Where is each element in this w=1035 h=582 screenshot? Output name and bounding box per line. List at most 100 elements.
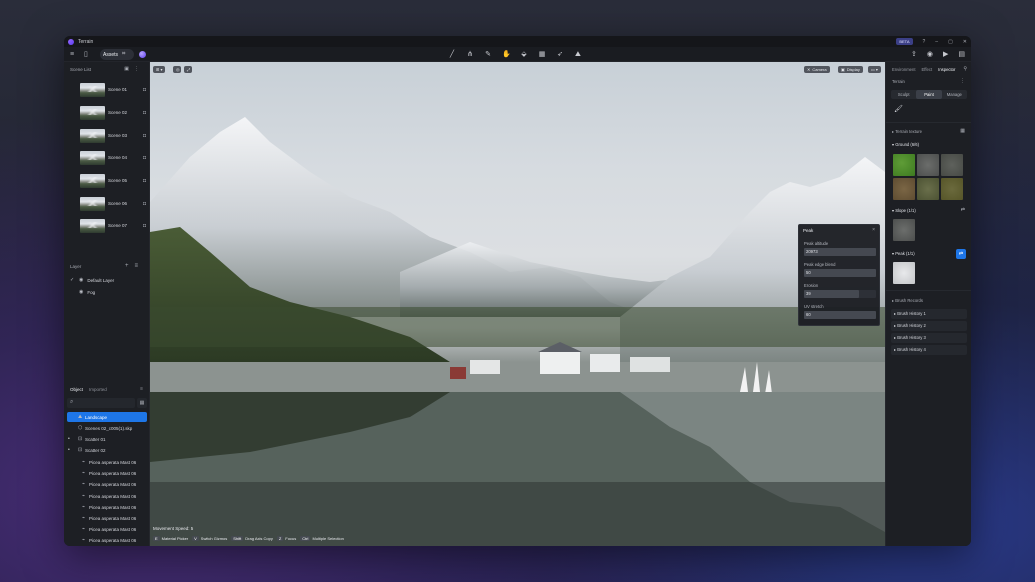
export-icon[interactable]: ⇪	[911, 47, 917, 62]
tab-imported[interactable]: Imported	[89, 387, 107, 392]
camera-icon[interactable]: ◘	[143, 155, 146, 161]
grid-view-icon[interactable]: ▦	[960, 128, 965, 134]
screenshot-icon[interactable]: ◉	[927, 47, 933, 62]
brush-icon[interactable]: 🖌	[894, 105, 903, 113]
peak-edit-button[interactable]: ⇄	[956, 249, 966, 259]
line-tool-icon[interactable]: ╱	[448, 47, 456, 62]
video-icon[interactable]: ▶	[943, 47, 948, 62]
eye-icon[interactable]: ◉	[79, 289, 83, 295]
render-icon[interactable]: ▤	[958, 47, 965, 62]
peak-edge-blend-field[interactable]: 50	[804, 269, 876, 277]
more-icon[interactable]: ⋮	[960, 78, 965, 84]
layer-item[interactable]: ✓ ◉ Default Layer	[70, 277, 114, 283]
minimize-icon[interactable]: –	[935, 39, 938, 45]
camera-icon[interactable]: ◘	[143, 201, 146, 207]
object-search-input[interactable]: ⌕	[67, 398, 135, 408]
layer-menu-icon[interactable]: ≡	[134, 263, 144, 269]
add-scene-icon[interactable]: ▣	[124, 66, 134, 72]
new-file-icon[interactable]: ▯	[84, 47, 88, 62]
mode-sculpt[interactable]: Sculpt	[891, 90, 916, 99]
object-row[interactable]: ⌁ Picea asperata Mast 06	[67, 468, 147, 478]
tag-icon[interactable]: ⌗	[122, 51, 125, 58]
filter-icon[interactable]: ▦	[137, 398, 147, 408]
camera-icon[interactable]: ◘	[143, 110, 146, 116]
more-icon[interactable]: ⋮	[134, 66, 144, 72]
close-icon[interactable]: ✕	[963, 39, 967, 45]
assets-button[interactable]: Assets ⌗	[100, 49, 134, 60]
fence-tool-icon[interactable]: ⋔	[466, 47, 474, 62]
expand-dot[interactable]: •	[68, 436, 72, 442]
stone-texture[interactable]	[941, 154, 963, 176]
object-menu-icon[interactable]: ≡	[140, 386, 143, 392]
pin-icon[interactable]: ⚲	[963, 66, 967, 72]
peak-altitude-field[interactable]: 20973	[804, 248, 876, 256]
eye-icon[interactable]: ◉	[79, 277, 83, 283]
peak-group[interactable]: ▾ Peak (1/1)	[892, 251, 915, 256]
swap-icon[interactable]: ⇄	[961, 207, 965, 213]
leaves-texture[interactable]	[941, 178, 963, 200]
moss-texture[interactable]	[917, 178, 939, 200]
brush-history-item[interactable]: ▸ Brush History 4	[891, 345, 967, 355]
ai-assistant-icon[interactable]	[139, 51, 146, 58]
expand-dot[interactable]: •	[68, 447, 72, 453]
object-row[interactable]: • ⊡ Scatter 02	[67, 445, 147, 455]
object-row[interactable]: ⌁ Picea asperata Mast 06	[67, 457, 147, 467]
grid-toggle-icon[interactable]: ◎	[173, 66, 181, 73]
object-row[interactable]: ⛰ Landscape	[67, 412, 147, 422]
object-row[interactable]: ⌁ Picea asperata Mast 06	[67, 491, 147, 501]
camera-icon[interactable]: ◘	[143, 133, 146, 139]
brush-history-item[interactable]: ▸ Brush History 3	[891, 333, 967, 343]
help-icon[interactable]: ?	[923, 39, 926, 45]
camera-icon[interactable]: ◘	[143, 87, 146, 93]
object-row[interactable]: ⌁ Picea asperata Mast 06	[67, 524, 147, 534]
object-row[interactable]: ⌁ Picea asperata Mast 06	[67, 513, 147, 523]
pen-tool-icon[interactable]: ✎	[484, 47, 492, 62]
scene-item[interactable]: Scene 03 ◘	[80, 128, 146, 143]
object-row[interactable]: ⌁ Picea asperata Mast 06	[67, 502, 147, 512]
scene-item[interactable]: Scene 04 ◘	[80, 150, 146, 165]
tab-object[interactable]: Object	[70, 387, 83, 392]
grid-tool-icon[interactable]: ▦	[538, 47, 546, 62]
object-row[interactable]: ⌁ Picea asperata Mast 06	[67, 535, 147, 545]
scene-item[interactable]: Scene 05 ◘	[80, 173, 146, 188]
3d-viewport[interactable]: ⊞ ▾ ◎ ⤢ ✕ Camera ▣ Display ▭ ▾ Movement Sp…	[150, 62, 885, 546]
tab-inspector[interactable]: Inspector	[938, 67, 955, 72]
object-row[interactable]: ⬡ Scenes 02_c005(1).skp	[67, 423, 147, 433]
mode-paint[interactable]: Paint	[916, 90, 942, 99]
ratio-button[interactable]: ▭ ▾	[868, 66, 881, 73]
object-row[interactable]: • ⊡ Scatter 01	[67, 434, 147, 444]
close-icon[interactable]: ×	[872, 227, 875, 233]
mode-manage[interactable]: Manage	[942, 90, 967, 99]
object-row[interactable]: ⌁ Picea asperata Mast 06	[67, 479, 147, 489]
uv-stretch-field[interactable]: 60	[804, 311, 876, 319]
scene-item[interactable]: Scene 02 ◘	[80, 105, 146, 120]
rock-texture[interactable]	[917, 154, 939, 176]
select-tool-icon[interactable]: ➶	[556, 47, 564, 62]
brush-history-item[interactable]: ▸ Brush History 1	[891, 309, 967, 319]
layer-item[interactable]: ◉ Fog	[70, 289, 95, 295]
menu-icon[interactable]: ≡	[70, 47, 74, 62]
camera-button[interactable]: ✕ Camera	[804, 66, 830, 73]
slope-group[interactable]: ▾ Slope (1/1)	[892, 208, 916, 213]
scene-item[interactable]: Scene 06 ◘	[80, 196, 146, 211]
scene-item[interactable]: Scene 01 ◘	[80, 82, 146, 97]
terrain-tool-icon[interactable]: ⛰	[574, 47, 582, 62]
snow-texture[interactable]	[893, 262, 915, 284]
link-toggle-icon[interactable]: ⤢	[184, 66, 192, 73]
grass-texture[interactable]	[893, 154, 915, 176]
hand-tool-icon[interactable]: ✋	[502, 47, 511, 62]
erosion-slider[interactable]: 39	[804, 290, 876, 298]
dirt-texture[interactable]	[893, 178, 915, 200]
view-mode-chip[interactable]: ⊞ ▾	[153, 66, 166, 73]
slope-texture[interactable]	[893, 219, 915, 241]
ground-group[interactable]: ▾ Ground (6/6)	[892, 142, 919, 147]
maximize-icon[interactable]: ▢	[948, 39, 953, 45]
display-button[interactable]: ▣ Display	[838, 66, 863, 73]
bucket-tool-icon[interactable]: ⬙	[520, 47, 528, 62]
camera-icon[interactable]: ◘	[143, 178, 146, 184]
camera-icon[interactable]: ◘	[143, 223, 146, 229]
tab-effect[interactable]: Effect	[922, 67, 933, 72]
brush-history-item[interactable]: ▸ Brush History 2	[891, 321, 967, 331]
tab-environment[interactable]: Environment	[892, 67, 916, 72]
scene-item[interactable]: Scene 07 ◘	[80, 218, 146, 233]
